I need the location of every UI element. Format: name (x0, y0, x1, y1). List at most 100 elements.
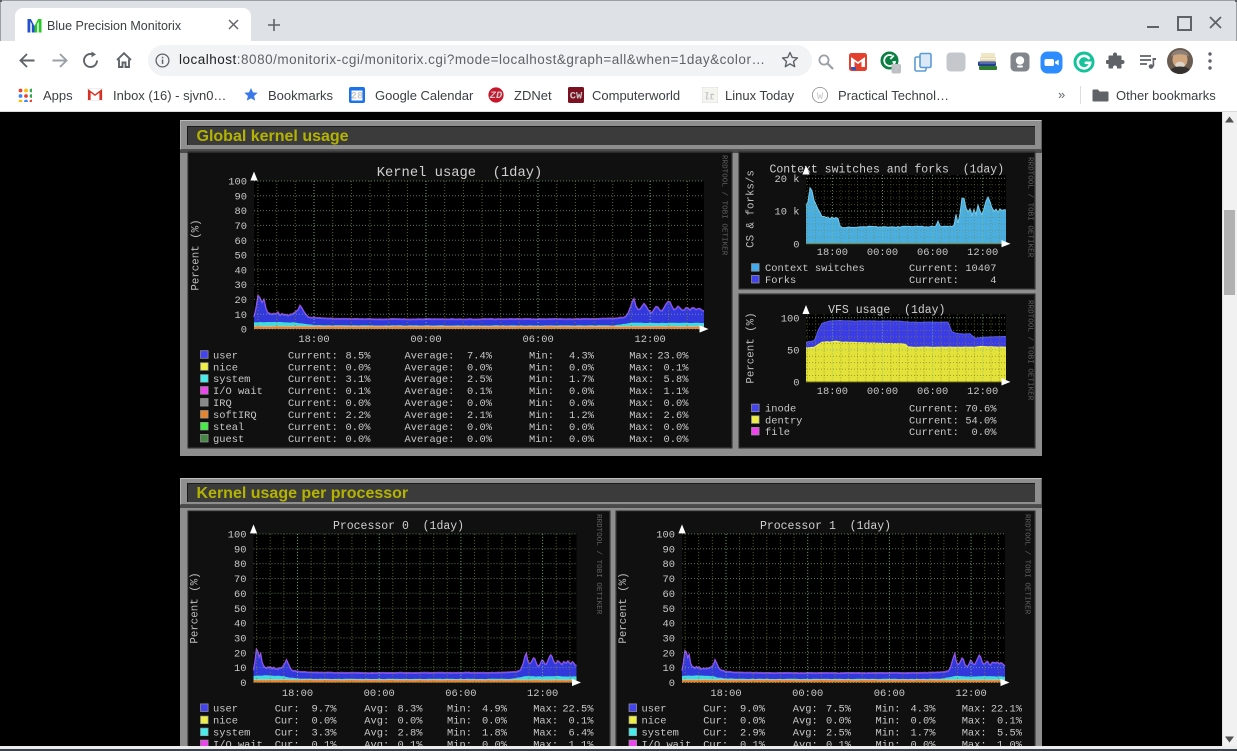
svg-text:Current:: Current: (288, 374, 338, 386)
svg-text:0.0%: 0.0% (467, 422, 493, 434)
svg-text:Min:: Min: (529, 410, 554, 422)
svg-text:0.1%: 0.1% (346, 386, 372, 398)
svg-text:70: 70 (234, 574, 246, 586)
svg-text:4.3%: 4.3% (911, 704, 937, 716)
svg-text:90: 90 (663, 544, 675, 556)
svg-text:6.4%: 6.4% (569, 728, 595, 740)
svg-text:0.0%: 0.0% (398, 716, 424, 728)
svg-text:0: 0 (669, 678, 675, 690)
svg-text:0.0%: 0.0% (740, 716, 766, 728)
svg-text:Max:: Max: (962, 716, 987, 728)
svg-text:12:00: 12:00 (967, 247, 998, 259)
svg-text:Avg:: Avg: (364, 704, 389, 716)
svg-text:70: 70 (235, 221, 247, 233)
svg-text:Min:: Min: (529, 386, 554, 398)
svg-text:7.4%: 7.4% (467, 350, 493, 362)
svg-text:7.5%: 7.5% (826, 704, 852, 716)
svg-text:Context switches: Context switches (765, 263, 865, 275)
svg-text:Min:: Min: (529, 398, 554, 410)
svg-text:80: 80 (663, 559, 675, 571)
svg-text:00:00: 00:00 (867, 247, 898, 259)
svg-text:Min:: Min: (529, 350, 554, 362)
svg-text:18:00: 18:00 (817, 386, 848, 398)
svg-text:Cur:: Cur: (703, 716, 728, 728)
svg-text:9.7%: 9.7% (312, 704, 338, 716)
svg-text:Percent (%): Percent (%) (190, 572, 202, 643)
svg-text:12:00: 12:00 (635, 334, 666, 346)
svg-text:Average:: Average: (405, 410, 455, 422)
svg-text:Percent (%): Percent (%) (746, 312, 758, 383)
svg-text:0.0%: 0.0% (972, 427, 998, 439)
svg-text:nice: nice (213, 362, 238, 374)
svg-text:8.5%: 8.5% (346, 350, 372, 362)
svg-text:1.1%: 1.1% (664, 386, 690, 398)
svg-text:1.8%: 1.8% (482, 728, 508, 740)
svg-text:06:00: 06:00 (445, 688, 476, 700)
svg-text:IRQ: IRQ (213, 398, 232, 410)
svg-text:0.0%: 0.0% (569, 422, 595, 434)
svg-text:Current:: Current: (909, 263, 959, 275)
svg-text:Cur:: Cur: (275, 728, 300, 740)
svg-text:0.1%: 0.1% (664, 362, 690, 374)
svg-text:Percent (%): Percent (%) (191, 219, 203, 290)
svg-text:0.0%: 0.0% (569, 434, 595, 446)
svg-text:Max:: Max: (629, 410, 654, 422)
svg-text:steal: steal (213, 422, 244, 434)
svg-text:5.8%: 5.8% (664, 374, 690, 386)
svg-text:Avg:: Avg: (793, 728, 818, 740)
svg-text:80: 80 (234, 559, 246, 571)
svg-text:Avg:: Avg: (793, 704, 818, 716)
svg-text:50: 50 (787, 345, 799, 357)
svg-text:1.7%: 1.7% (911, 728, 937, 740)
svg-text:Average:: Average: (405, 374, 455, 386)
svg-text:inode: inode (765, 404, 796, 416)
svg-text:Cur:: Cur: (275, 716, 300, 728)
svg-text:22.1%: 22.1% (991, 704, 1023, 716)
svg-text:90: 90 (235, 191, 247, 203)
svg-text:0.0%: 0.0% (346, 422, 372, 434)
svg-text:12:00: 12:00 (527, 688, 558, 700)
svg-text:3.3%: 3.3% (312, 728, 338, 740)
svg-text:0: 0 (793, 239, 799, 251)
svg-text:I/O wait: I/O wait (213, 386, 263, 398)
svg-text:0.0%: 0.0% (664, 398, 690, 410)
svg-text:0: 0 (241, 325, 247, 337)
svg-text:Current:: Current: (909, 415, 959, 427)
svg-text:Max:: Max: (629, 362, 654, 374)
svg-text:00:00: 00:00 (792, 688, 823, 700)
svg-text:0.1%: 0.1% (569, 716, 595, 728)
svg-text:0.0%: 0.0% (467, 398, 493, 410)
svg-text:30: 30 (235, 280, 247, 292)
svg-text:Max:: Max: (629, 422, 654, 434)
svg-text:Kernel usage (1day): Kernel usage (1day) (377, 165, 543, 181)
svg-text:10 k: 10 k (775, 207, 800, 219)
svg-text:Max:: Max: (629, 398, 654, 410)
svg-text:40: 40 (663, 619, 675, 631)
svg-text:user: user (213, 350, 238, 362)
svg-text:10: 10 (234, 663, 246, 675)
svg-text:Max:: Max: (629, 434, 654, 446)
svg-text:30: 30 (234, 634, 246, 646)
svg-text:0.0%: 0.0% (346, 398, 372, 410)
svg-text:100: 100 (656, 530, 675, 542)
svg-text:10: 10 (235, 310, 247, 322)
svg-text:18:00: 18:00 (817, 247, 848, 259)
svg-text:80: 80 (235, 206, 247, 218)
svg-text:Avg:: Avg: (364, 716, 389, 728)
svg-text:70: 70 (663, 574, 675, 586)
svg-text:Average:: Average: (405, 362, 455, 374)
svg-text:RRDTOOL / TOBI OETIKER: RRDTOOL / TOBI OETIKER (1026, 157, 1034, 258)
svg-text:Min:: Min: (529, 362, 554, 374)
svg-text:18:00: 18:00 (298, 334, 329, 346)
svg-text:system: system (213, 728, 250, 740)
svg-text:23.0%: 23.0% (657, 350, 689, 362)
svg-text:RRDTOOL / TOBI OETIKER: RRDTOOL / TOBI OETIKER (1023, 514, 1031, 615)
svg-text:0.0%: 0.0% (664, 434, 690, 446)
svg-text:user: user (642, 704, 667, 716)
svg-text:Max:: Max: (533, 704, 558, 716)
svg-text:RRDTOOL / TOBI OETIKER: RRDTOOL / TOBI OETIKER (1026, 300, 1034, 401)
svg-text:0: 0 (793, 378, 799, 390)
svg-text:5.5%: 5.5% (997, 728, 1023, 740)
svg-text:06:00: 06:00 (874, 688, 905, 700)
svg-text:VFS usage (1day): VFS usage (1day) (828, 304, 945, 317)
